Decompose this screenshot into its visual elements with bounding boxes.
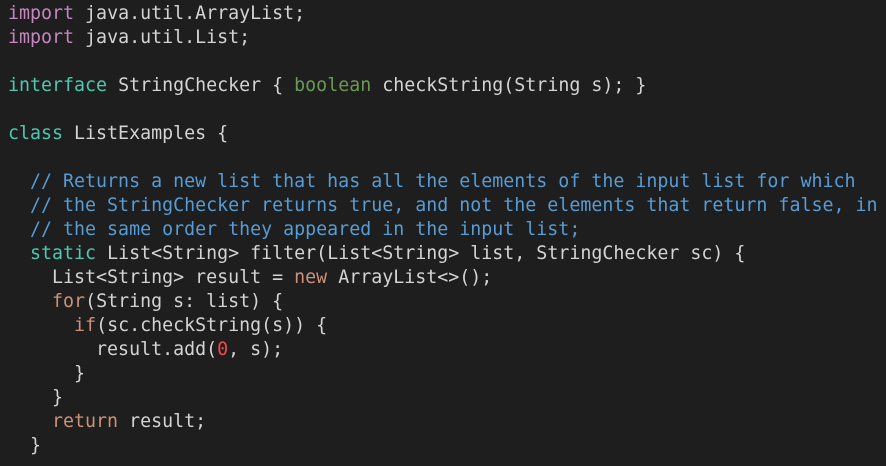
code-token: static [30,243,97,264]
code-token: result; [118,411,207,432]
code-token: } [8,435,42,456]
code-token: StringChecker { [107,75,295,96]
code-token: 0 [217,339,229,360]
code-token: return [52,411,119,432]
code-token: List<String> result = [8,267,295,288]
code-token: // Returns a new list that has all the e… [8,171,856,192]
code-line[interactable]: import java.util.List; [8,26,886,50]
code-editor[interactable]: import java.util.ArrayList; import java.u… [0,0,886,466]
code-line[interactable]: } [8,434,886,458]
code-line[interactable]: for(String s: list) { [8,290,886,314]
code-line[interactable] [8,98,886,122]
code-token: } [8,363,86,384]
code-line[interactable]: if(sc.checkString(s)) { [8,314,886,338]
code-line[interactable]: class ListExamples { [8,122,886,146]
code-token: (String s: list) { [85,291,284,312]
code-token: java.util.List; [74,27,251,48]
code-token: java.util.ArrayList; [74,3,306,24]
code-token: List<String> filter(List<String> list, S… [96,243,746,264]
code-line[interactable]: return result; [8,410,886,434]
code-token: if [74,315,97,336]
code-line[interactable]: } [8,362,886,386]
code-token: // the StringChecker returns true, and n… [8,195,878,216]
code-line[interactable]: interface StringChecker { boolean checkS… [8,74,886,98]
code-token: checkString(String s); } [371,75,647,96]
code-token: ArrayList<>(); [327,267,493,288]
code-token: // the same order they appeared in the i… [8,219,581,240]
code-line[interactable]: static List<String> filter(List<String> … [8,242,886,266]
code-token: result.add( [8,339,218,360]
code-token: boolean [294,75,372,96]
code-token: for [52,291,86,312]
code-line[interactable] [8,50,886,74]
code-token: , s); [228,339,284,360]
code-line[interactable]: // Returns a new list that has all the e… [8,170,886,194]
code-token: class [8,123,64,144]
code-line[interactable]: result.add(0, s); [8,338,886,362]
code-token: interface [8,75,108,96]
code-line[interactable]: List<String> result = new ArrayList<>(); [8,266,886,290]
code-token: import [8,27,75,48]
code-line[interactable]: } [8,386,886,410]
code-token: new [294,267,328,288]
code-token: } [8,387,64,408]
code-line[interactable]: // the same order they appeared in the i… [8,218,886,242]
code-line[interactable]: // the StringChecker returns true, and n… [8,194,886,218]
code-line[interactable]: import java.util.ArrayList; [8,2,886,26]
code-token: ListExamples { [63,123,229,144]
code-token: (sc.checkString(s)) { [96,315,328,336]
code-line[interactable] [8,146,886,170]
code-token: import [8,3,75,24]
